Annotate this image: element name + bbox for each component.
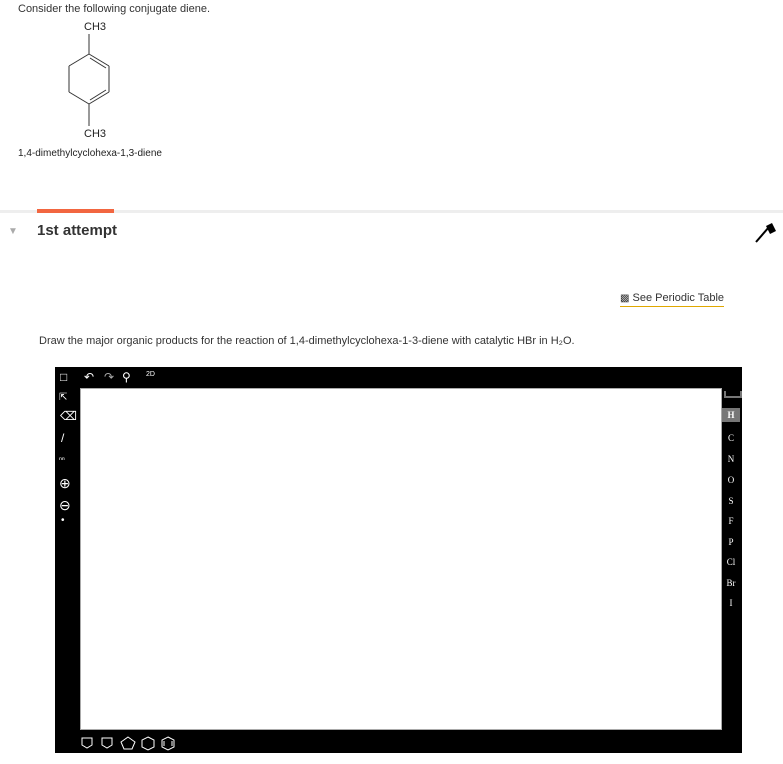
zoom-icon[interactable]: ⚲ — [122, 371, 131, 383]
select-icon[interactable]: ⇱ — [59, 393, 67, 403]
element-Br[interactable]: Br — [722, 578, 740, 588]
cyclobutane-template-icon[interactable] — [100, 736, 114, 750]
element-Cl[interactable]: Cl — [722, 557, 740, 567]
element-O[interactable]: O — [722, 475, 740, 485]
element-C[interactable]: C — [722, 433, 740, 443]
element-I[interactable]: I — [722, 598, 740, 608]
new-document-icon[interactable]: □ — [60, 371, 67, 383]
flag-icon[interactable] — [754, 222, 778, 244]
bond-icon[interactable]: / — [61, 432, 64, 444]
element-H[interactable]: H — [722, 408, 740, 422]
undo-icon[interactable]: ↶ — [84, 371, 94, 383]
element-F[interactable]: F — [722, 516, 740, 526]
periodic-table-icon: ▩ — [620, 293, 630, 304]
see-periodic-table-link[interactable]: ▩ See Periodic Table — [620, 292, 725, 307]
attempt-tab-indicator — [37, 209, 114, 213]
diene-structure — [68, 34, 110, 126]
benzene-template-icon[interactable] — [161, 736, 175, 752]
eraser-icon[interactable]: ⌫ — [60, 410, 77, 422]
intro-text: Consider the following conjugate diene. — [18, 3, 211, 15]
attempt-heading[interactable]: 1st attempt — [37, 222, 117, 239]
periodic-link-label: See Periodic Table — [632, 292, 725, 304]
molecule-name: 1,4-dimethylcyclohexa-1,3-diene — [18, 148, 162, 159]
chevron-down-icon[interactable]: ▼ — [8, 226, 18, 237]
question-text: Draw the major organic products for the … — [39, 335, 575, 347]
cyclopropane-template-icon[interactable] — [80, 736, 94, 750]
divider — [0, 210, 783, 213]
clean-label: 2D — [146, 371, 155, 378]
element-N[interactable]: N — [722, 454, 740, 464]
radical-icon[interactable]: • — [61, 516, 65, 526]
negative-charge-icon[interactable]: ⊖ — [59, 498, 71, 512]
element-P[interactable]: P — [722, 537, 740, 547]
cyclopentane-template-icon[interactable] — [120, 736, 136, 750]
chain-icon[interactable]: ⁿⁿ — [59, 456, 65, 464]
redo-icon[interactable]: ↷ — [104, 371, 114, 383]
top-methyl-label: CH3 — [84, 21, 107, 33]
element-S[interactable]: S — [722, 496, 740, 506]
positive-charge-icon[interactable]: ⊕ — [59, 476, 71, 490]
cyclohexane-template-icon[interactable] — [141, 736, 155, 752]
bottom-methyl-label: CH3 — [84, 128, 107, 140]
2d-clean-icon[interactable]: 2D — [146, 371, 155, 378]
periodic-palette-icon[interactable] — [724, 391, 742, 398]
drawing-canvas[interactable] — [80, 388, 722, 730]
